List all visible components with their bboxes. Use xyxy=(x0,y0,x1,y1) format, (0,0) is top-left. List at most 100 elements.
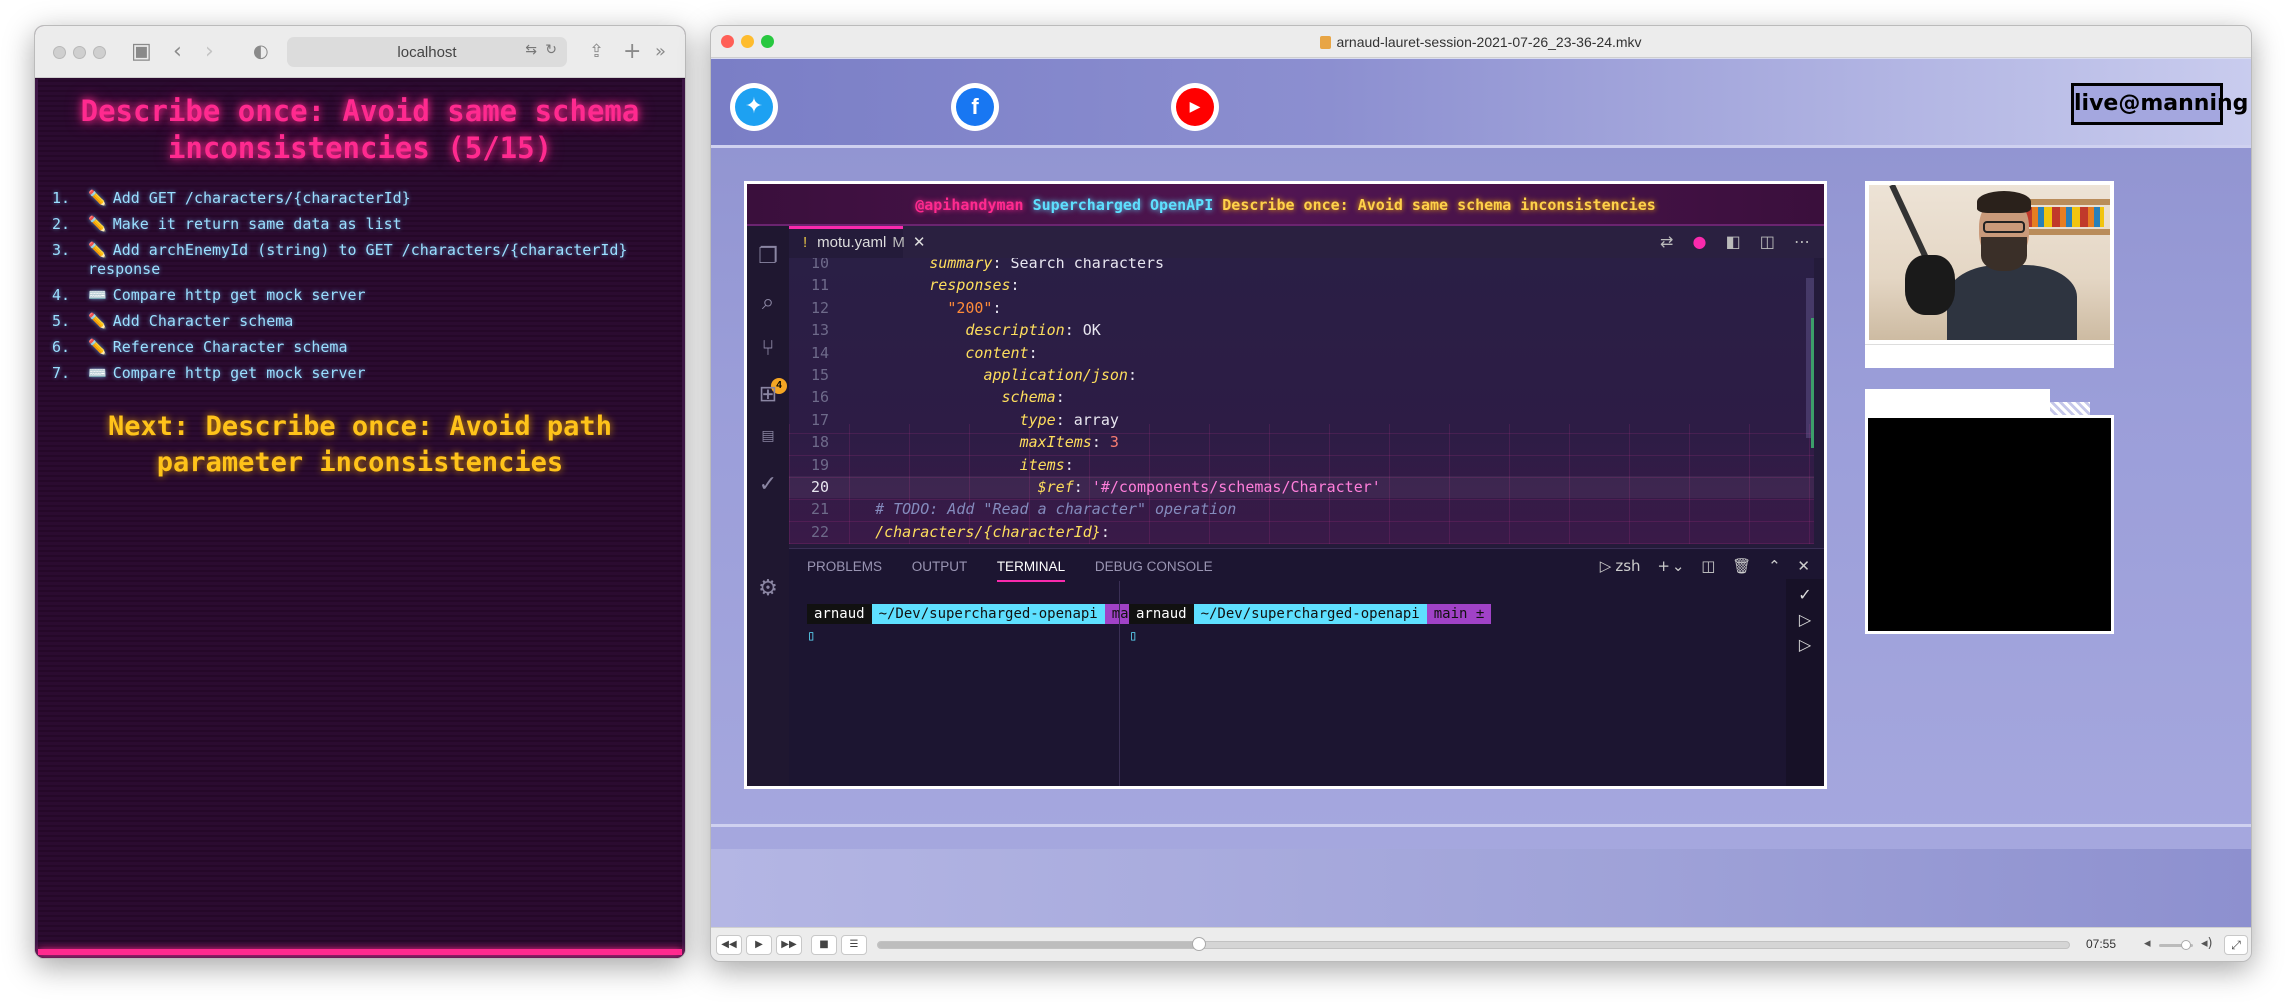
tab-terminal[interactable]: TERMINAL xyxy=(996,559,1066,582)
stop-button[interactable]: ■ xyxy=(811,935,837,955)
webcam-caption xyxy=(1865,344,2114,368)
code-line[interactable]: 22 /characters/{characterId}: xyxy=(789,521,1814,543)
terminal-icon[interactable]: ▷ xyxy=(1786,635,1824,654)
shield-icon[interactable]: ◐ xyxy=(253,38,269,66)
line-number: 22 xyxy=(810,522,829,541)
browser-toolbar: ▣ ‹ › ◐ localhost ⇆ ↻ ⇪ + » xyxy=(35,26,685,78)
step-text: Add Character schema xyxy=(112,312,294,330)
code-line[interactable]: 12 "200": xyxy=(789,297,1814,319)
tab-problems[interactable]: PROBLEMS xyxy=(807,559,882,574)
share-icon[interactable]: ⇪ xyxy=(589,38,604,66)
zoom-window-button[interactable] xyxy=(93,46,106,59)
forward-icon[interactable]: › xyxy=(205,38,214,66)
volume-thumb[interactable] xyxy=(2181,940,2191,950)
search-icon[interactable]: ⌕ xyxy=(755,290,781,315)
code-line[interactable]: 15 application/json: xyxy=(789,364,1814,386)
code-line[interactable]: 19 items: xyxy=(789,454,1814,476)
source-control-icon[interactable]: ⑂ xyxy=(755,336,781,361)
yaml-value: '#/components/schemas/Character' xyxy=(1091,477,1381,496)
checkmark-icon[interactable]: ✓ xyxy=(1786,585,1824,604)
playlist-button[interactable]: ☰ xyxy=(841,935,867,955)
terminal-pane[interactable]: arnaud~/Dev/supercharged-openapimain ± ▯ xyxy=(807,604,1170,644)
translate-icon[interactable]: ⇆ xyxy=(525,42,537,58)
panel-actions: ▷ zsh + ⌄ ◫ 🗑 ⌃ ✕ xyxy=(1588,557,1810,575)
more-actions-icon[interactable]: ⋯ xyxy=(1794,232,1810,251)
reload-icon[interactable]: ↻ xyxy=(545,42,557,58)
tab-motu-yaml[interactable]: ! motu.yaml M ✕ xyxy=(789,226,925,258)
yaml-key: summary xyxy=(929,258,993,272)
volume-high-icon[interactable]: ◂) xyxy=(2201,936,2213,951)
terminal-icon[interactable]: ▷ xyxy=(1786,610,1824,629)
sidebar-icon[interactable]: ▣ xyxy=(131,38,152,66)
tab-debug-console[interactable]: DEBUG CONSOLE xyxy=(1095,559,1213,574)
code-line[interactable]: 18 maxItems: 3 xyxy=(789,431,1814,453)
caption-stripes xyxy=(2050,402,2090,415)
code-line[interactable]: 11 responses: xyxy=(789,274,1814,296)
volume-low-icon[interactable]: ◂ xyxy=(2144,936,2151,951)
player-titlebar: arnaud-lauret-session-2021-07-26_23-36-2… xyxy=(711,26,2251,58)
terminal-cursor: ▯ xyxy=(807,628,816,644)
modified-indicator: M xyxy=(892,234,905,251)
shell-name[interactable]: zsh xyxy=(1615,557,1640,575)
step-item: 2. ✏️ Make it return same data as list xyxy=(52,215,672,234)
checkmark-icon[interactable]: ✓ xyxy=(755,472,781,497)
code-line[interactable]: 16 schema: xyxy=(789,386,1814,408)
code-line[interactable]: 13 description: OK xyxy=(789,319,1814,341)
slide-bottom-border xyxy=(38,949,682,955)
code-line[interactable]: 20 $ref: '#/components/schemas/Character… xyxy=(789,475,1814,499)
yaml-key: responses xyxy=(929,276,1011,295)
extension-action-icon[interactable]: ● xyxy=(1693,232,1707,251)
seek-thumb[interactable] xyxy=(1192,937,1207,951)
tab-output[interactable]: OUTPUT xyxy=(912,559,968,574)
twitter-logo: ✦ xyxy=(730,83,778,131)
address-bar[interactable]: localhost ⇆ ↻ xyxy=(287,37,567,67)
explorer-icon[interactable]: ❐ xyxy=(755,244,781,269)
step-number: 6. xyxy=(52,338,71,356)
code-line[interactable]: 23 get: xyxy=(789,543,1814,544)
tab-overview-icon[interactable]: » xyxy=(655,38,666,66)
rewind-button[interactable]: ◀◀ xyxy=(716,935,742,955)
terminal-divider[interactable] xyxy=(1119,581,1120,786)
extensions-icon[interactable]: ⊞ xyxy=(755,382,781,407)
new-tab-icon[interactable]: + xyxy=(623,38,641,66)
back-icon[interactable]: ‹ xyxy=(173,38,182,66)
settings-gear-icon[interactable]: ⚙ xyxy=(755,576,781,601)
books xyxy=(2024,207,2104,227)
trash-icon[interactable]: 🗑 xyxy=(1732,557,1751,575)
fast-forward-button[interactable]: ▶▶ xyxy=(776,935,802,955)
fullscreen-button[interactable]: ⤢ xyxy=(2224,935,2248,955)
step-text: Make it return same data as list xyxy=(112,215,402,233)
video-separator xyxy=(711,824,2251,827)
seek-bar[interactable] xyxy=(877,941,2070,949)
line-number: 12 xyxy=(810,298,829,317)
code-editor[interactable]: 10 summary: Search characters 11 response… xyxy=(789,258,1814,544)
api-icon[interactable]: ▤ xyxy=(755,428,781,444)
line-number: 21 xyxy=(810,500,829,519)
terminal-pane[interactable]: arnaud~/Dev/supercharged-openapimain ± ▯ xyxy=(1129,604,1492,644)
open-preview-icon[interactable]: ◧ xyxy=(1726,232,1741,251)
close-window-button[interactable] xyxy=(53,46,66,59)
microphone xyxy=(1905,255,1955,315)
line-number: 17 xyxy=(810,410,829,429)
compare-icon[interactable]: ⇄ xyxy=(1660,232,1673,251)
new-terminal-icon[interactable]: + xyxy=(1657,557,1670,575)
close-panel-icon[interactable]: ✕ xyxy=(1797,557,1810,575)
code-line[interactable]: 17 type: array xyxy=(789,409,1814,431)
play-button[interactable]: ▶ xyxy=(746,935,772,955)
yaml-key: $ref xyxy=(1037,477,1074,496)
minimize-window-button[interactable] xyxy=(73,46,86,59)
video-frame[interactable]: ✦ f ▶ live@manning @apihandyman Supercha… xyxy=(711,59,2251,929)
code-line[interactable]: 14 content: xyxy=(789,342,1814,364)
split-terminal-icon[interactable]: ◫ xyxy=(1701,557,1715,575)
split-editor-icon[interactable]: ◫ xyxy=(1760,232,1775,251)
chevron-down-icon[interactable]: ⌄ xyxy=(1672,557,1685,575)
prompt-user: arnaud xyxy=(1129,604,1194,624)
code-line[interactable]: 10 summary: Search characters xyxy=(789,258,1814,274)
banner-handle: @apihandyman xyxy=(915,196,1024,214)
step-number: 1. xyxy=(52,189,71,207)
maximize-panel-icon[interactable]: ⌃ xyxy=(1768,557,1781,575)
vscode-frame: @apihandyman Supercharged OpenAPI Descri… xyxy=(744,181,1827,789)
step-number: 7. xyxy=(52,364,71,382)
code-line[interactable]: 21 # TODO: Add "Read a character" operat… xyxy=(789,498,1814,520)
close-tab-icon[interactable]: ✕ xyxy=(913,234,926,251)
